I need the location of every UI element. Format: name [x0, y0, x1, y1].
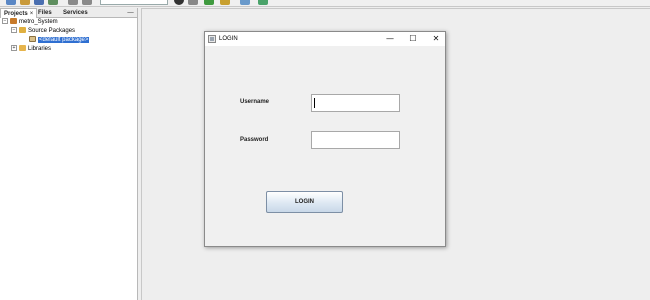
- username-field[interactable]: [311, 94, 400, 112]
- login-window: LOGIN — ☐ ✕ Username Password LOGIN: [204, 31, 446, 247]
- tree-item-project[interactable]: − metro_System: [2, 18, 58, 27]
- tree-item-libraries[interactable]: + Libraries: [11, 45, 51, 54]
- source-packages-label: Source Packages: [28, 28, 76, 34]
- tab-projects[interactable]: Projects ×: [0, 8, 38, 18]
- maximize-button[interactable]: ☐: [402, 32, 424, 46]
- run-icon[interactable]: [204, 0, 214, 5]
- project-label: metro_System: [19, 19, 58, 25]
- java-window-icon: [208, 35, 216, 43]
- library-icon: [19, 45, 26, 52]
- default-package-label: <default package>: [38, 37, 90, 43]
- project-icon: [10, 18, 17, 25]
- debug-icon[interactable]: [220, 0, 230, 5]
- profile-icon[interactable]: [240, 0, 250, 5]
- configuration-select[interactable]: [100, 0, 168, 5]
- collapse-icon[interactable]: −: [11, 27, 17, 34]
- panel-tabs: Projects × Files Services —: [0, 8, 137, 18]
- window-titlebar[interactable]: LOGIN — ☐ ✕: [205, 32, 445, 46]
- package-icon: [29, 36, 36, 43]
- window-title: LOGIN: [219, 36, 238, 42]
- text-caret: [314, 98, 315, 108]
- ide-toolbar: [0, 0, 650, 7]
- expand-icon[interactable]: +: [11, 45, 17, 52]
- collapse-icon[interactable]: −: [2, 18, 8, 25]
- tab-services[interactable]: Services: [60, 8, 91, 18]
- login-button[interactable]: LOGIN: [266, 191, 343, 213]
- close-button[interactable]: ✕: [425, 32, 447, 46]
- profile-project-icon[interactable]: [258, 0, 268, 5]
- close-icon[interactable]: ×: [30, 11, 34, 17]
- minimize-panel-icon[interactable]: —: [127, 8, 134, 16]
- tree-item-source-packages[interactable]: − Source Packages: [11, 27, 75, 36]
- clean-build-icon[interactable]: [188, 0, 198, 5]
- redo-icon[interactable]: [82, 0, 92, 5]
- open-project-icon[interactable]: [34, 0, 44, 5]
- password-label: Password: [240, 137, 269, 143]
- username-label: Username: [240, 99, 270, 105]
- build-icon[interactable]: [174, 0, 184, 5]
- minimize-button[interactable]: —: [379, 32, 401, 46]
- new-file-icon[interactable]: [6, 0, 16, 5]
- undo-icon[interactable]: [68, 0, 78, 5]
- tab-projects-label: Projects: [4, 11, 28, 17]
- folder-icon: [19, 27, 26, 34]
- projects-panel: Projects × Files Services — − metro_System…: [0, 8, 138, 300]
- tree-item-default-package[interactable]: <default package>: [29, 36, 90, 45]
- new-project-icon[interactable]: [20, 0, 30, 5]
- libraries-label: Libraries: [28, 46, 52, 52]
- password-field[interactable]: [311, 131, 400, 149]
- save-all-icon[interactable]: [48, 0, 58, 5]
- tab-files[interactable]: Files: [35, 8, 55, 18]
